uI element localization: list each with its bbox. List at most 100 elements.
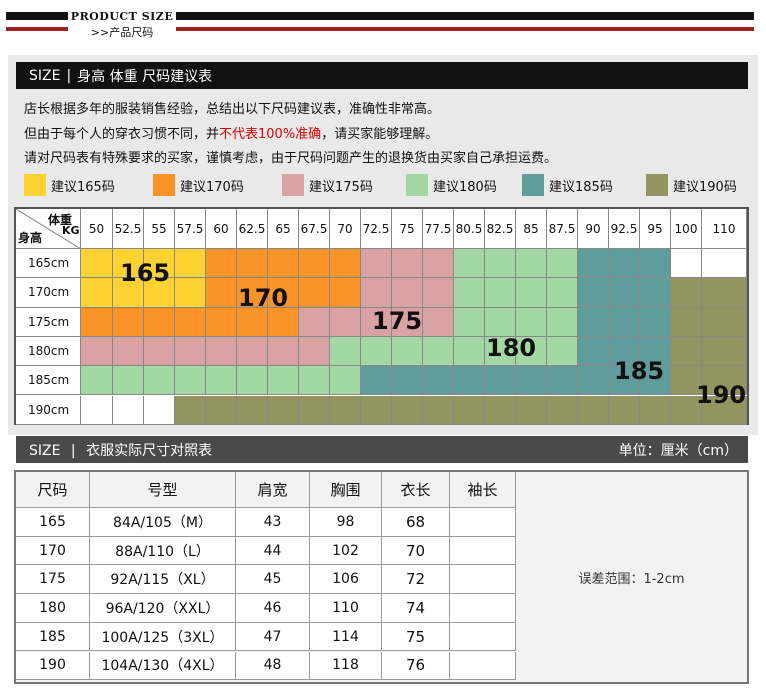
zone-label: 190 bbox=[696, 381, 747, 409]
measure-cell: 88A/110（L） bbox=[90, 536, 236, 566]
grid-cell bbox=[81, 278, 113, 308]
grid-cell bbox=[81, 307, 113, 337]
height-row-label: 165cm bbox=[16, 249, 81, 279]
zone-label: 170 bbox=[238, 284, 289, 312]
grid-cell bbox=[81, 395, 113, 425]
grid-cell bbox=[392, 278, 423, 308]
grid-cell bbox=[516, 307, 547, 337]
measure-cell: 46 bbox=[236, 594, 310, 623]
grid-cell bbox=[268, 395, 299, 425]
measure-cell: 104A/130（4XL） bbox=[90, 651, 236, 681]
grid-cell bbox=[578, 278, 609, 308]
zone-label: 165 bbox=[120, 259, 171, 287]
section2-divider: | bbox=[70, 442, 76, 459]
measure-cell bbox=[450, 651, 516, 681]
measure-cell: 114 bbox=[310, 622, 382, 652]
weight-header: 57.5 bbox=[175, 209, 206, 249]
grid-cell bbox=[578, 249, 609, 279]
measurement-table: 尺码 号型 肩宽 胸围 衣长 袖长 165 84A/105（M） 43 98 68 170 88A/11… bbox=[14, 470, 749, 684]
grid-cell bbox=[423, 366, 454, 396]
measure-header: 号型 bbox=[90, 472, 236, 508]
legend-item: 建议180码 bbox=[406, 174, 497, 196]
grid-cell bbox=[702, 249, 747, 279]
weight-header: 92.5 bbox=[609, 209, 640, 249]
grid-cell bbox=[299, 307, 330, 337]
weight-header: 95 bbox=[640, 209, 671, 249]
grid-cell bbox=[299, 336, 330, 367]
measure-cell bbox=[450, 508, 516, 537]
legend-item: 建议175码 bbox=[282, 174, 373, 196]
zone-label: 175 bbox=[372, 307, 423, 335]
weight-header: 87.5 bbox=[547, 209, 578, 249]
height-row-label: 190cm bbox=[16, 395, 81, 425]
legend-swatch bbox=[153, 174, 175, 196]
measure-cell: 170 bbox=[16, 536, 90, 566]
grid-cell bbox=[330, 307, 361, 337]
grid-cell bbox=[485, 249, 516, 279]
measure-cell bbox=[450, 622, 516, 652]
weight-header: 72.5 bbox=[361, 209, 392, 249]
grid-cell bbox=[206, 249, 237, 279]
measure-cell: 190 bbox=[16, 651, 90, 681]
legend-swatch bbox=[406, 174, 428, 196]
measure-header: 胸围 bbox=[310, 472, 382, 508]
measure-cell: 106 bbox=[310, 565, 382, 595]
weight-header: 60 bbox=[206, 209, 237, 249]
grid-cell bbox=[516, 395, 547, 425]
grid-cell bbox=[237, 249, 268, 279]
measure-cell bbox=[450, 565, 516, 595]
measure-cell: 175 bbox=[16, 565, 90, 595]
grid-cell bbox=[454, 307, 485, 337]
measure-header: 肩宽 bbox=[236, 472, 310, 508]
grid-cell bbox=[609, 395, 640, 425]
grid-cell bbox=[175, 278, 206, 308]
section2-title-bar: SIZE | 衣服实际尺寸对照表 单位：厘米（cm） bbox=[16, 436, 748, 463]
height-row-label: 180cm bbox=[16, 336, 81, 367]
measure-cell: 68 bbox=[382, 508, 450, 537]
measure-cell: 118 bbox=[310, 651, 382, 681]
measure-cell: 110 bbox=[310, 594, 382, 623]
grid-cell bbox=[361, 366, 392, 396]
grid-cell bbox=[609, 278, 640, 308]
measure-header: 袖长 bbox=[450, 472, 516, 508]
grid-cell bbox=[392, 395, 423, 425]
section2-title: 衣服实际尺寸对照表 bbox=[86, 442, 213, 459]
grid-cell bbox=[516, 366, 547, 396]
measure-cell: 96A/120（XXL） bbox=[90, 594, 236, 623]
grid-cell bbox=[299, 249, 330, 279]
note-line-2a: 但由于每个人的穿衣习惯不同，并 bbox=[24, 127, 220, 142]
grid-cell bbox=[640, 395, 671, 425]
grid-cell bbox=[547, 307, 578, 337]
grid-cell bbox=[330, 366, 361, 396]
grid-cell bbox=[268, 249, 299, 279]
note-line-3: 请对尺码表有特殊要求的买家，谨慎考虑，由于尺码问题产生的退换货由买家自己承担运费… bbox=[24, 151, 558, 166]
grid-cell bbox=[702, 307, 747, 337]
grid-cell bbox=[81, 249, 113, 279]
note-warning: 不代表100%准确 bbox=[219, 127, 322, 142]
height-row-label: 170cm bbox=[16, 278, 81, 308]
measure-cell: 45 bbox=[236, 565, 310, 595]
grid-cell bbox=[454, 395, 485, 425]
grid-cell bbox=[206, 395, 237, 425]
weight-header: 100 bbox=[671, 209, 702, 249]
weight-header: 82.5 bbox=[485, 209, 516, 249]
grid-cell bbox=[144, 336, 175, 367]
legend-item: 建议190码 bbox=[646, 174, 737, 196]
grid-cell bbox=[516, 249, 547, 279]
grid-cell bbox=[702, 336, 747, 367]
grid-cell bbox=[206, 278, 237, 308]
measure-cell: 185 bbox=[16, 622, 90, 652]
grid-cell bbox=[485, 366, 516, 396]
grid-cell bbox=[423, 307, 454, 337]
grid-cell bbox=[671, 307, 702, 337]
grid-cell bbox=[361, 395, 392, 425]
legend-item: 建议185码 bbox=[522, 174, 613, 196]
grid-cell bbox=[175, 395, 206, 425]
header-title-cn: >>产品尺码 bbox=[90, 26, 154, 39]
grid-cell bbox=[485, 395, 516, 425]
grid-cell bbox=[175, 249, 206, 279]
grid-cell bbox=[516, 278, 547, 308]
grid-cell bbox=[485, 307, 516, 337]
zone-label: 180 bbox=[486, 334, 537, 362]
grid-cell bbox=[578, 395, 609, 425]
